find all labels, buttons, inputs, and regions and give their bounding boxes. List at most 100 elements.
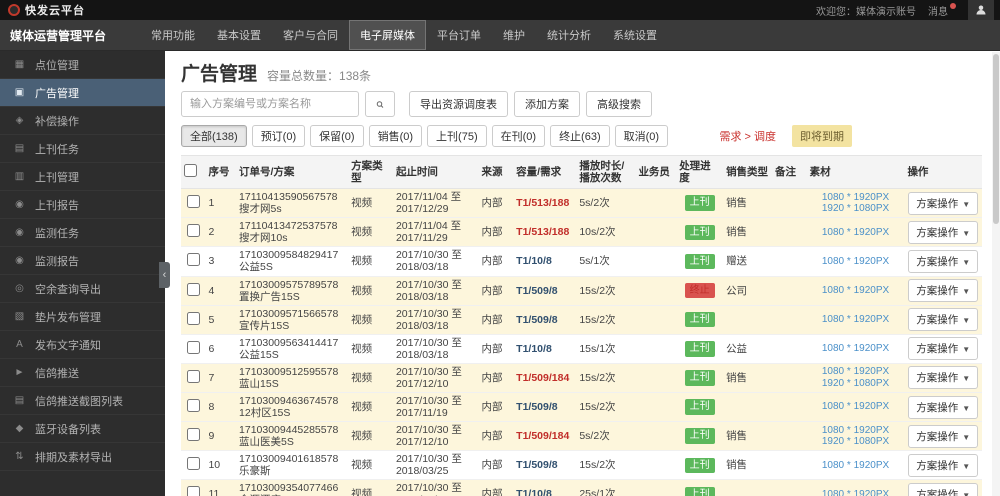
row-seq: 6 (205, 334, 237, 364)
row-source: 内部 (478, 363, 514, 394)
row-checkbox[interactable] (186, 311, 200, 325)
add-plan-button[interactable]: 添加方案 (514, 91, 580, 117)
sidebar-item-5[interactable]: ◉ 上刊报告 (0, 191, 165, 219)
row-status-cell: 上刊 (676, 421, 724, 452)
filter-button-1[interactable]: 预订(0) (251, 125, 306, 147)
row-order-plan: 17103009584829417 公益5S (236, 246, 349, 277)
plan-actions-button[interactable]: 方案操作 ▼ (908, 308, 979, 332)
plan-actions-button[interactable]: 方案操作 ▼ (908, 395, 979, 419)
sidebar-item-1[interactable]: ▣ 广告管理 (0, 79, 165, 107)
sidebar-collapse-button[interactable]: ‹ (159, 262, 170, 288)
material-link[interactable]: 1080 * 1920PX 1920 * 1080PX (806, 421, 905, 452)
row-salesman (635, 334, 677, 364)
row-status-cell: 上刊 (676, 392, 724, 423)
plan-actions-button[interactable]: 方案操作 ▼ (908, 453, 979, 477)
material-link[interactable]: 1080 * 1920PX (806, 392, 905, 423)
sidebar-item-0[interactable]: ▦ 点位管理 (0, 51, 165, 79)
row-checkbox[interactable] (186, 340, 200, 354)
row-plan-type: 视频 (348, 188, 393, 219)
column-header-3: 起止时间 (392, 154, 479, 190)
chevron-down-icon: ▼ (962, 403, 971, 413)
sidebar-item-10[interactable]: A 发布文字通知 (0, 331, 165, 359)
select-all-checkbox[interactable] (184, 164, 197, 178)
plan-actions-button[interactable]: 方案操作 ▼ (908, 424, 979, 448)
nav-item-5[interactable]: 维护 (492, 20, 536, 50)
row-checkbox[interactable] (186, 428, 200, 442)
nav-item-1[interactable]: 基本设置 (206, 20, 272, 50)
plan-actions-button[interactable]: 方案操作 ▼ (908, 279, 979, 303)
row-checkbox[interactable] (186, 224, 200, 238)
sidebar-item-2[interactable]: ◈ 补偿操作 (0, 107, 165, 135)
row-capacity-demand: T1/509/8 (513, 305, 577, 335)
filter-button-2[interactable]: 保留(0) (310, 125, 364, 147)
sidebar-item-6[interactable]: ◉ 监测任务 (0, 219, 165, 247)
row-checkbox[interactable] (186, 369, 200, 383)
messages-link[interactable]: 消息 (928, 2, 956, 18)
page-scrollbar[interactable] (992, 52, 1000, 496)
nav-item-7[interactable]: 系统设置 (602, 20, 668, 50)
sidebar-item-8[interactable]: ◎ 空余查询导出 (0, 275, 165, 303)
row-play-duration: 15s/1次 (576, 334, 636, 364)
sidebar-item-4[interactable]: ▥ 上刊管理 (0, 163, 165, 191)
chevron-down-icon: ▼ (962, 287, 971, 297)
advanced-search-button[interactable]: 高级搜索 (586, 91, 652, 117)
row-checkbox[interactable] (186, 486, 200, 496)
sidebar-item-7[interactable]: ◉ 监测报告 (0, 247, 165, 275)
plan-actions-button[interactable]: 方案操作 ▼ (908, 482, 979, 496)
filter-button-0[interactable]: 全部(138) (181, 125, 247, 147)
sidebar: ▦ 点位管理 ▣ 广告管理 ◈ 补偿操作 ▤ 上刊任务 ▥ 上刊管理 ◉ 上刊报… (0, 51, 165, 496)
material-link[interactable]: 1080 * 1920PX (806, 276, 905, 306)
row-checkbox[interactable] (186, 399, 200, 413)
material-link[interactable]: 1080 * 1920PX (806, 334, 905, 364)
export-schedule-button[interactable]: 导出资源调度表 (409, 91, 508, 117)
sidebar-item-11[interactable]: ► 信鸽推送 (0, 359, 165, 387)
nav-item-4[interactable]: 平台订单 (426, 20, 492, 50)
row-checkbox[interactable] (186, 282, 200, 296)
sidebar-item-13[interactable]: ◆ 蓝牙设备列表 (0, 415, 165, 443)
row-plan-type: 视频 (348, 363, 393, 394)
filter-button-5[interactable]: 在刊(0) (491, 125, 546, 147)
filter-button-4[interactable]: 上刊(75) (427, 125, 487, 147)
sidebar-item-12[interactable]: ▤ 信鸽推送截图列表 (0, 387, 165, 415)
nav-item-3[interactable]: 电子屏媒体 (349, 20, 426, 50)
sidebar-item-14[interactable]: ⇅ 排期及素材导出 (0, 443, 165, 471)
filter-bar: 全部(138) 预订(0) 保留(0) 销售(0) 上刊(75) 在刊(0) 终止(63) 取… (181, 125, 982, 147)
plan-actions-button[interactable]: 方案操作 ▼ (908, 191, 979, 215)
search-button[interactable] (365, 91, 395, 117)
plan-actions-button[interactable]: 方案操作 ▼ (908, 249, 979, 273)
status-badge: 上刊 (684, 311, 715, 328)
sidebar-item-3[interactable]: ▤ 上刊任务 (0, 135, 165, 163)
row-checkbox[interactable] (186, 253, 200, 267)
material-link[interactable]: 1080 * 1920PX (806, 246, 905, 277)
plan-actions-button[interactable]: 方案操作 ▼ (908, 366, 979, 390)
row-play-duration: 15s/2次 (576, 363, 636, 394)
material-link[interactable]: 1080 * 1920PX (806, 450, 905, 481)
material-link[interactable]: 1080 * 1920PX (806, 479, 905, 496)
material-link[interactable]: 1080 * 1920PX 1920 * 1080PX (806, 363, 905, 394)
row-status-cell: 上刊 (676, 217, 724, 248)
chevron-down-icon: ▼ (962, 199, 971, 209)
plan-actions-button[interactable]: 方案操作 ▼ (908, 337, 979, 361)
scrollbar-thumb[interactable] (993, 54, 999, 224)
material-link[interactable]: 1080 * 1920PX 1920 * 1080PX (806, 188, 905, 219)
sidebar-item-label: 广告管理 (35, 87, 79, 100)
plan-actions-button[interactable]: 方案操作 ▼ (908, 220, 979, 244)
nav-item-6[interactable]: 统计分析 (536, 20, 602, 50)
filter-button-3[interactable]: 销售(0) (368, 125, 423, 147)
material-link[interactable]: 1080 * 1920PX (806, 305, 905, 335)
nav-item-2[interactable]: 客户与合同 (272, 20, 349, 50)
sidebar-item-label: 垫片发布管理 (35, 311, 101, 324)
material-link[interactable]: 1080 * 1920PX (806, 217, 905, 248)
user-menu-button[interactable] (968, 0, 994, 20)
row-remark (771, 334, 807, 364)
sidebar-item-9[interactable]: ▧ 垫片发布管理 (0, 303, 165, 331)
row-date-range: 2017/10/30 至 2017/11/19 (392, 392, 479, 423)
row-remark (771, 246, 807, 277)
row-date-range: 2017/10/30 至 2018/03/18 (392, 246, 479, 277)
filter-button-6[interactable]: 终止(63) (550, 125, 610, 147)
row-checkbox[interactable] (186, 457, 200, 471)
filter-button-7[interactable]: 取消(0) (614, 125, 669, 147)
row-checkbox[interactable] (186, 195, 200, 209)
nav-item-0[interactable]: 常用功能 (140, 20, 206, 50)
search-input[interactable] (181, 91, 359, 117)
